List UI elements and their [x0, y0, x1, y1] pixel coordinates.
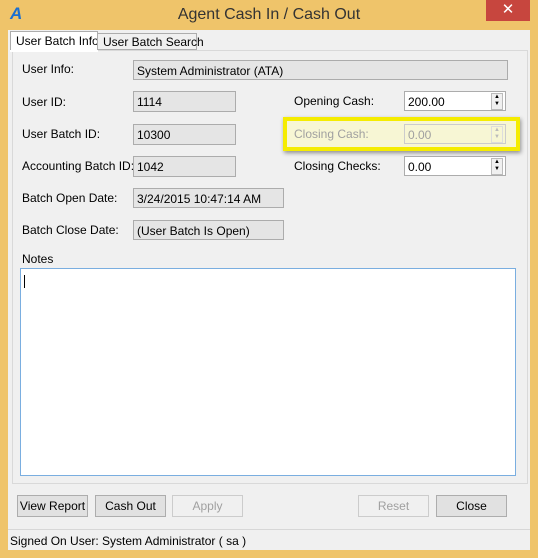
user-info-field: System Administrator (ATA): [133, 60, 508, 80]
closing-cash-value[interactable]: 0.00: [408, 128, 431, 142]
closing-checks-value[interactable]: 0.00: [408, 160, 431, 174]
closing-cash-label: Closing Cash:: [294, 127, 369, 141]
user-id-label: User ID:: [22, 95, 67, 109]
text-cursor: [24, 275, 25, 288]
spinner-up-down-icon[interactable]: ▲ ▼: [491, 158, 503, 175]
window-close-button[interactable]: ✕: [486, 0, 530, 21]
closing-checks-label: Closing Checks:: [294, 159, 381, 173]
batch-open-date-field: 3/24/2015 10:47:14 AM: [133, 188, 284, 208]
user-info-label: User Info:: [22, 62, 75, 76]
closing-cash-spinner[interactable]: 0.00 ▲ ▼: [404, 124, 506, 144]
apply-button[interactable]: Apply: [172, 495, 243, 517]
opening-cash-value[interactable]: 200.00: [408, 95, 445, 109]
closing-checks-spinner[interactable]: 0.00 ▲ ▼: [404, 156, 506, 176]
status-bar: Signed On User: System Administrator ( s…: [8, 529, 530, 550]
tab-user-batch-search[interactable]: User Batch Search: [97, 33, 204, 50]
window-title: Agent Cash In / Cash Out: [177, 6, 361, 23]
view-report-button[interactable]: View Report: [17, 495, 88, 517]
title-bar: A Agent Cash In / Cash Out ✕: [0, 0, 538, 30]
cash-out-button[interactable]: Cash Out: [95, 495, 166, 517]
tab-user-batch-info[interactable]: User Batch Info: [10, 31, 99, 51]
spinner-up-down-icon[interactable]: ▲ ▼: [491, 126, 503, 143]
signed-on-user-status: Signed On User: System Administrator ( s…: [10, 534, 247, 548]
user-batch-id-label: User Batch ID:: [22, 127, 101, 141]
reset-button[interactable]: Reset: [358, 495, 429, 517]
spinner-up-down-icon[interactable]: ▲ ▼: [491, 93, 503, 110]
notes-label: Notes: [22, 252, 54, 266]
batch-close-date-label: Batch Close Date:: [22, 223, 119, 237]
opening-cash-spinner[interactable]: 200.00 ▲ ▼: [404, 91, 506, 111]
batch-close-date-field: (User Batch Is Open): [133, 220, 284, 240]
accounting-batch-id-label: Accounting Batch ID:: [22, 159, 135, 173]
close-button[interactable]: Close: [436, 495, 507, 517]
notes-textarea[interactable]: [20, 268, 516, 476]
accounting-batch-id-field: 1042: [133, 156, 236, 177]
batch-open-date-label: Batch Open Date:: [22, 191, 118, 205]
user-batch-id-field: 10300: [133, 124, 236, 145]
opening-cash-label: Opening Cash:: [294, 94, 375, 108]
user-id-field: 1114: [133, 91, 236, 112]
